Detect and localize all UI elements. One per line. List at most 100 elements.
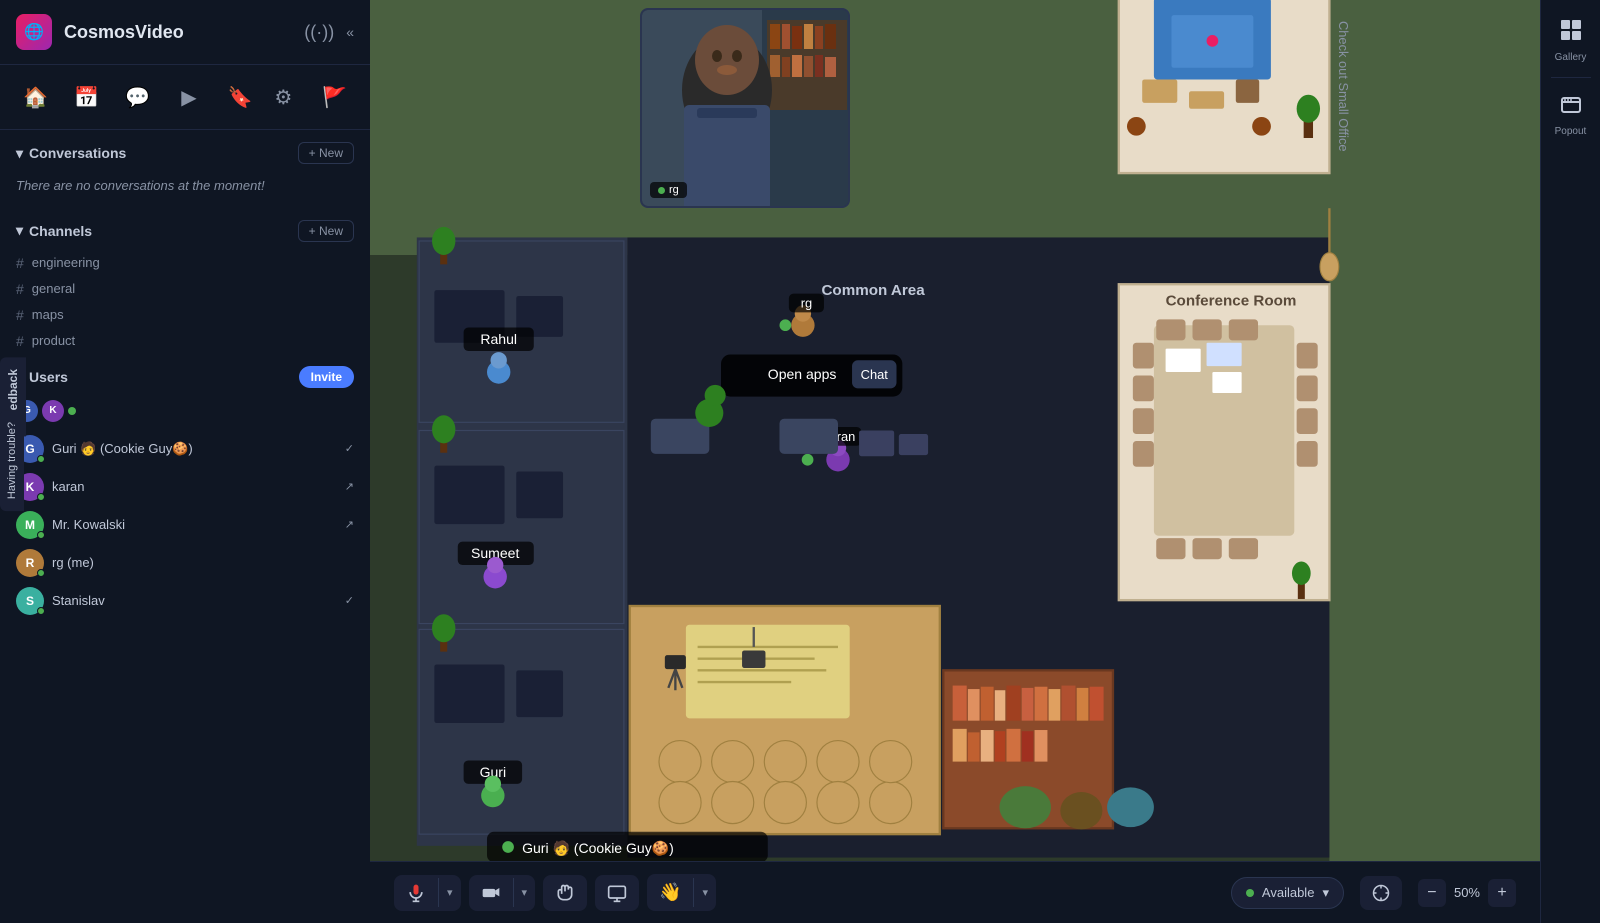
user-item-guri[interactable]: G Guri 🧑 (Cookie Guy🍪) ✓ [16, 430, 354, 468]
user-icon-karan: ↗ [345, 480, 354, 493]
video-status-dot [658, 187, 665, 194]
users-section-header: ▾ Users Invite [16, 354, 354, 396]
nav-video[interactable]: ▶ [173, 75, 204, 119]
channel-engineering-label: engineering [32, 255, 100, 270]
app-title: CosmosVideo [64, 22, 292, 43]
user-avatar-wrapper-kowalski: M [16, 511, 44, 539]
invite-button[interactable]: Invite [299, 366, 354, 388]
channels-title: ▾ Channels [16, 222, 92, 239]
nav-calendar[interactable]: 📅 [71, 75, 102, 119]
user-status-dot-kowalski [37, 531, 45, 539]
channel-maps-label: maps [32, 307, 64, 322]
collapse-icon[interactable]: « [346, 24, 354, 40]
channels-new-button[interactable]: + New [298, 220, 354, 242]
toolbar-right: Available ▾ − 50% + [1231, 876, 1516, 910]
having-trouble-label: Having trouble? [6, 422, 18, 499]
screen-share-button[interactable] [595, 875, 639, 911]
hash-icon: # [16, 333, 24, 349]
having-trouble-tab[interactable]: Having trouble? [0, 410, 24, 511]
video-person: rg [642, 10, 848, 206]
user-item-stanislav[interactable]: S Stanislav ✓ [16, 582, 354, 620]
user-status-dot-rg [37, 569, 45, 577]
wave-dropdown[interactable]: ▾ [693, 878, 716, 907]
status-green-dot [1246, 889, 1254, 897]
main-area: Check out Small Office Conference Room [370, 0, 1540, 923]
user-name-karan: karan [52, 479, 337, 494]
wave-button[interactable]: 👋 [647, 874, 693, 911]
user-item-kowalski[interactable]: M Mr. Kowalski ↗ [16, 506, 354, 544]
nav-home[interactable]: 🏠 [20, 75, 51, 119]
user-checkmark-guri: ✓ [345, 442, 354, 455]
user-name-kowalski: Mr. Kowalski [52, 517, 337, 532]
zoom-in-button[interactable]: + [1488, 879, 1516, 907]
channel-general[interactable]: # general [16, 276, 354, 302]
status-button[interactable]: Available ▾ [1231, 877, 1344, 909]
channels-section-header: ▾ Channels + New [16, 208, 354, 250]
wave-button-group: 👋 ▾ [647, 874, 716, 911]
user-checkmark-stanislav: ✓ [345, 594, 354, 607]
mic-button-group: ▾ [394, 875, 461, 911]
nav-chat[interactable]: 💬 [122, 75, 153, 119]
sidebar: Feedback Having trouble? 🌐 CosmosVideo (… [0, 0, 370, 923]
status-label: Available [1262, 885, 1315, 900]
conversations-title: ▾ Conversations [16, 145, 126, 162]
svg-text:Common Area: Common Area [821, 282, 925, 299]
nav-flag[interactable]: 🚩 [319, 75, 350, 119]
location-button[interactable] [1360, 876, 1402, 910]
popout-label: Popout [1555, 126, 1587, 137]
sidebar-content: ▾ Conversations + New There are no conve… [0, 130, 370, 923]
popout-panel-item[interactable]: Popout [1545, 82, 1597, 147]
channel-product[interactable]: # product [16, 328, 354, 354]
hand-button[interactable] [543, 875, 587, 911]
video-user-label: rg [650, 182, 687, 198]
user-item-karan[interactable]: K karan ↗ [16, 468, 354, 506]
user-status-dot-guri [37, 455, 45, 463]
channels-list: # engineering # general # maps # product [16, 250, 354, 354]
video-feed: rg [640, 8, 850, 208]
gallery-label: Gallery [1555, 52, 1587, 63]
status-indicator-mini [68, 407, 76, 415]
user-name-guri: Guri 🧑 (Cookie Guy🍪) [52, 441, 337, 457]
user-icon-kowalski: ↗ [345, 518, 354, 531]
user-avatar-mini-2: K [42, 400, 64, 422]
map-area[interactable]: Check out Small Office Conference Room [370, 0, 1540, 861]
user-status-dot-stanislav [37, 607, 45, 615]
popout-icon [1559, 92, 1583, 122]
app-logo: 🌐 [16, 14, 52, 50]
mic-button[interactable] [394, 875, 438, 911]
svg-text:Open apps: Open apps [768, 366, 837, 382]
users-section: ▾ Users Invite G K G Guri 🧑 (Cookie Guy🍪… [16, 354, 354, 636]
camera-button-group: ▾ [469, 875, 536, 911]
channel-engineering[interactable]: # engineering [16, 250, 354, 276]
user-avatar-wrapper-rg: R [16, 549, 44, 577]
svg-text:Check out Small Office: Check out Small Office [1336, 21, 1351, 152]
nav-icons: 🏠 📅 💬 ▶ 🔖 ⚙ 🚩 [0, 65, 370, 130]
nav-bookmark[interactable]: 🔖 [225, 75, 256, 119]
svg-text:Rahul: Rahul [480, 331, 517, 347]
conversations-empty: There are no conversations at the moment… [16, 172, 354, 208]
zoom-out-button[interactable]: − [1418, 879, 1446, 907]
svg-text:Guri 🧑 (Cookie Guy🍪): Guri 🧑 (Cookie Guy🍪) [522, 839, 674, 857]
nav-settings[interactable]: ⚙ [268, 75, 299, 119]
channel-maps[interactable]: # maps [16, 302, 354, 328]
hash-icon: # [16, 281, 24, 297]
svg-text:Chat: Chat [861, 367, 889, 382]
user-name-rg: rg (me) [52, 555, 354, 570]
user-avatar-wrapper-stanislav: S [16, 587, 44, 615]
gallery-icon [1559, 18, 1583, 48]
mic-dropdown[interactable]: ▾ [438, 878, 461, 907]
gallery-panel-item[interactable]: Gallery [1545, 8, 1597, 73]
svg-text:Conference Room: Conference Room [1166, 292, 1297, 309]
channel-general-label: general [32, 281, 75, 296]
hash-icon: # [16, 307, 24, 323]
video-user-name: rg [669, 184, 679, 196]
channels-chevron: ▾ [16, 222, 23, 239]
conversations-new-button[interactable]: + New [298, 142, 354, 164]
bottom-toolbar: ▾ ▾ [370, 861, 1540, 923]
camera-button[interactable] [469, 875, 513, 911]
hash-icon: # [16, 255, 24, 271]
broadcast-icon[interactable]: ((·)) [304, 22, 334, 43]
camera-dropdown[interactable]: ▾ [513, 878, 536, 907]
user-item-rg[interactable]: R rg (me) [16, 544, 354, 582]
user-status-dot-karan [37, 493, 45, 501]
